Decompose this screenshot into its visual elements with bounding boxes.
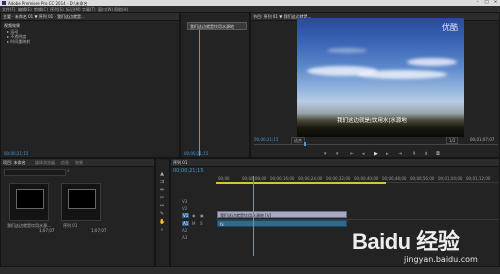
tools-panel: ▲ ⇉ ⇹ ✂ ↔ ✎ ✋ ⌕ bbox=[155, 158, 170, 273]
razor-tool-icon[interactable]: ✂ bbox=[159, 195, 165, 201]
track-a3-label[interactable]: A3 bbox=[182, 235, 187, 240]
effect-controls-panel: 主要 · 未命名 01 ▼ 序列 01 · 我们这边就是... 视频效果 ▸ 运… bbox=[0, 12, 180, 158]
go-to-out-icon[interactable]: ⇥ bbox=[398, 152, 402, 157]
ruler-label: 00;00;48;00 bbox=[382, 176, 407, 181]
solo-icon[interactable]: S bbox=[200, 221, 203, 226]
source-clip-label: 我们这边就是饮用水源地 bbox=[190, 24, 234, 29]
project-item-clip[interactable] bbox=[9, 183, 49, 221]
extract-icon[interactable]: ⇟ bbox=[424, 152, 428, 157]
tab-project[interactable]: 项目: 未命名 bbox=[3, 160, 26, 166]
ruler-label: 00;00;24;00 bbox=[298, 176, 323, 181]
timeline-playhead[interactable] bbox=[253, 176, 254, 256]
audio-clip[interactable]: fx bbox=[217, 220, 347, 227]
source-timecode[interactable]: 00;00;21;15 bbox=[184, 151, 208, 156]
project-tabbar: 项目: 未命名 媒体浏览器 信息 效果 bbox=[1, 159, 154, 167]
project-search-input[interactable] bbox=[4, 169, 66, 176]
tab-effects[interactable]: 效果 bbox=[75, 160, 83, 166]
hand-tool-icon[interactable]: ✋ bbox=[159, 219, 165, 225]
track-a1-label[interactable]: A1 bbox=[182, 221, 190, 226]
project-item-sequence-name: 序列 01 bbox=[63, 223, 78, 228]
effect-row-time-remap-label: 时间重映射 bbox=[10, 39, 31, 44]
video-clip[interactable]: 我们这边就是饮用水源地 [V] bbox=[217, 211, 347, 218]
mute-icon[interactable]: M bbox=[192, 221, 195, 226]
program-playhead[interactable] bbox=[304, 142, 306, 146]
baidu-url: jingyan.baidu.com bbox=[404, 255, 478, 264]
effect-controls-header[interactable]: 主要 · 未命名 01 ▼ 序列 01 · 我们这边就是... bbox=[3, 14, 85, 20]
program-scrubber[interactable] bbox=[254, 144, 498, 145]
track-a2-label[interactable]: A2 bbox=[182, 228, 187, 233]
slip-tool-icon[interactable]: ↔ bbox=[159, 203, 165, 209]
project-item-sequence[interactable] bbox=[61, 183, 101, 221]
project-item-clip-duration: 1;07;07 bbox=[39, 228, 55, 233]
ruler-label: 00;00;16;00 bbox=[270, 176, 295, 181]
effect-row-time-remap[interactable]: ▸ 时间重映射 bbox=[7, 39, 30, 45]
zoom-tool-icon[interactable]: ⌕ bbox=[159, 227, 165, 233]
youku-watermark: 优酷 bbox=[442, 23, 458, 32]
ruler-label: 00;01;04;00 bbox=[438, 176, 463, 181]
project-panel: 项目: 未命名 媒体浏览器 信息 效果 ⌕ 我们这边就是饮用水源... 1;07… bbox=[0, 158, 155, 273]
ruler-label: 00;00 bbox=[218, 176, 230, 181]
mark-in-icon[interactable]: ▾ bbox=[324, 152, 327, 157]
ruler-label: 00;00;56;00 bbox=[410, 176, 435, 181]
track-v2-label[interactable]: V2 bbox=[182, 206, 187, 211]
effect-controls-tabbar: 主要 · 未命名 01 ▼ 序列 01 · 我们这边就是... bbox=[1, 13, 179, 21]
mark-out-icon[interactable]: ▾ bbox=[336, 152, 339, 157]
baidu-watermark: Baidu 经验 jingyan.baidu.com bbox=[352, 224, 497, 270]
cloud-shape bbox=[327, 48, 367, 53]
video-subtitle: 我们这边就是|饮用水|水源地 bbox=[337, 118, 407, 124]
video-clip-label: 我们这边就是饮用水源地 [V] bbox=[220, 212, 272, 218]
effect-controls-timecode[interactable]: 00;00;21;15 bbox=[4, 151, 28, 156]
audio-clip-fx-label: fx bbox=[220, 221, 224, 227]
track-select-tool-icon[interactable]: ⇉ bbox=[159, 179, 165, 185]
effect-playhead[interactable] bbox=[199, 30, 200, 156]
ruler-label: 00;00;32;00 bbox=[326, 176, 351, 181]
work-area-bar[interactable] bbox=[216, 182, 386, 184]
baidu-logo-text: Baidu 经验 bbox=[352, 229, 460, 254]
play-icon[interactable]: ▶ bbox=[374, 152, 378, 157]
step-forward-icon[interactable]: ▸ bbox=[386, 152, 389, 157]
search-icon[interactable]: ⌕ bbox=[67, 168, 70, 174]
eye-icon[interactable]: ◉ bbox=[192, 213, 196, 218]
program-timecode-left[interactable]: 00;00;21;15 bbox=[254, 137, 278, 142]
ruler-label: 00;00;40;00 bbox=[354, 176, 379, 181]
cloud-shape bbox=[407, 58, 457, 66]
timeline-tabbar: 序列 01 bbox=[171, 159, 499, 167]
ruler-label: 00;00;08;00 bbox=[242, 176, 267, 181]
cloud-shape bbox=[357, 70, 447, 79]
selection-tool-icon[interactable]: ▲ bbox=[159, 171, 165, 177]
step-back-icon[interactable]: ◂ bbox=[362, 152, 365, 157]
lock-icon[interactable]: ▣ bbox=[200, 213, 204, 218]
export-frame-icon[interactable]: ◘ bbox=[436, 152, 440, 157]
track-v1-label[interactable]: V1 bbox=[182, 213, 190, 218]
program-timecode-right: 00;01;07;07 bbox=[470, 137, 495, 142]
tab-sequence[interactable]: 序列 01 bbox=[173, 160, 187, 166]
ruler-label: 00;01;12;00 bbox=[466, 176, 491, 181]
quality-select[interactable]: 1/2 bbox=[446, 137, 459, 144]
timeline-timecode[interactable]: 00;00;21;15 bbox=[173, 168, 204, 174]
app-icon bbox=[1, 1, 6, 5]
sequence-thumbnail bbox=[68, 189, 96, 209]
clip-thumbnail bbox=[16, 189, 44, 209]
program-video-frame[interactable]: 优酷 我们这边就是|饮用水|水源地 bbox=[297, 18, 464, 137]
pen-tool-icon[interactable]: ✎ bbox=[159, 211, 165, 217]
go-to-in-icon[interactable]: ⇤ bbox=[350, 152, 354, 157]
lift-icon[interactable]: ⇞ bbox=[412, 152, 416, 157]
tab-info[interactable]: 信息 bbox=[61, 160, 69, 166]
track-v3-label[interactable]: V3 bbox=[182, 199, 187, 204]
project-item-sequence-duration: 1;07;07 bbox=[91, 228, 107, 233]
effect-timeline-panel: 我们这边就是饮用水源地 00;00;21;15 bbox=[180, 12, 250, 158]
source-clip-bar[interactable]: 我们这边就是饮用水源地 bbox=[187, 22, 247, 30]
tab-media-browser[interactable]: 媒体浏览器 bbox=[35, 160, 55, 166]
ripple-edit-tool-icon[interactable]: ⇹ bbox=[159, 187, 165, 193]
